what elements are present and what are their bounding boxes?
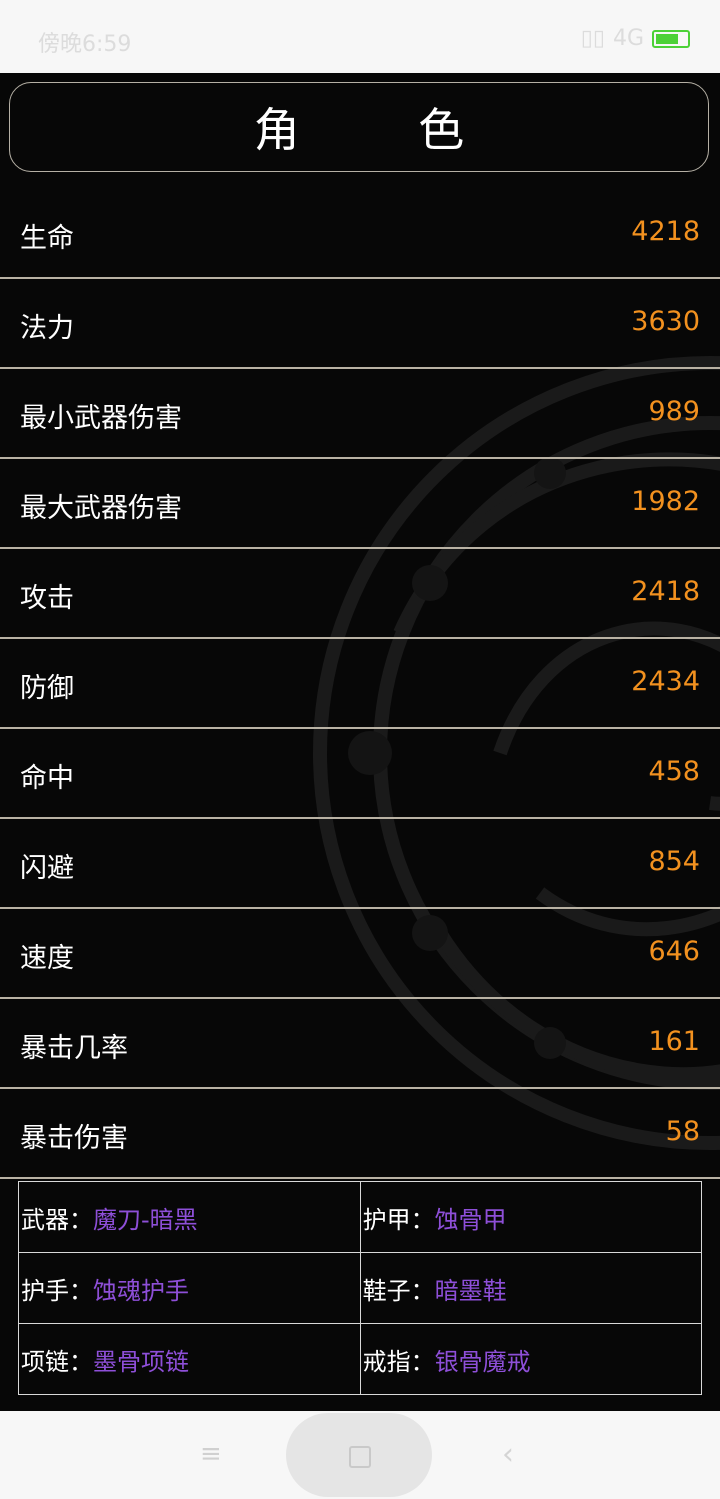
equipment-item: 魔刀-暗黑 [93, 1205, 198, 1234]
equipment-row: 项链：墨骨项链 戒指：银骨魔戒 [18, 1323, 703, 1395]
stat-value: 2434 [631, 666, 700, 697]
status-bar: 傍晚6:59 ▯▯ 4G [0, 0, 720, 73]
stat-value: 2418 [631, 576, 700, 607]
equipment-slot: 护甲： [362, 1205, 435, 1234]
equipment-slot: 戒指： [362, 1347, 435, 1376]
stat-label: 防御 [20, 673, 74, 704]
stat-label: 攻击 [20, 583, 74, 614]
stat-label: 暴击伤害 [20, 1123, 128, 1154]
equipment-table: 武器：魔刀-暗黑 护甲：蚀骨甲 护手：蚀魂护手 鞋子：暗墨鞋 项链：墨骨项链 戒… [18, 1181, 703, 1395]
equipment-item: 蚀魂护手 [93, 1276, 189, 1305]
stat-row-mp: 法力 3630 [0, 279, 720, 369]
equipment-necklace[interactable]: 项链：墨骨项链 [18, 1323, 361, 1395]
equipment-slot: 鞋子： [362, 1276, 435, 1305]
stat-row-accuracy: 命中 458 [0, 729, 720, 819]
stat-value: 989 [648, 396, 700, 427]
stat-label: 最小武器伤害 [20, 403, 182, 434]
main-panel: 角 色 生命 4218 法力 3630 最小武器伤害 989 最大武器伤害 19… [0, 73, 720, 1411]
stat-label: 暴击几率 [20, 1033, 128, 1064]
stat-row-min-damage: 最小武器伤害 989 [0, 369, 720, 459]
stat-value: 161 [648, 1026, 700, 1057]
stat-label: 速度 [20, 943, 74, 974]
stat-value: 646 [648, 936, 700, 967]
equipment-item: 银骨魔戒 [434, 1347, 531, 1376]
equipment-row: 武器：魔刀-暗黑 护甲：蚀骨甲 [18, 1181, 703, 1253]
stat-row-speed: 速度 646 [0, 909, 720, 999]
stat-row-crit-damage: 暴击伤害 58 [0, 1089, 720, 1179]
equipment-item: 蚀骨甲 [434, 1205, 507, 1234]
stat-value: 58 [665, 1116, 700, 1147]
stat-row-defense: 防御 2434 [0, 639, 720, 729]
stat-value: 3630 [631, 306, 700, 337]
stat-row-max-damage: 最大武器伤害 1982 [0, 459, 720, 549]
equipment-item: 墨骨项链 [93, 1347, 189, 1376]
home-button[interactable] [286, 1413, 432, 1497]
equipment-weapon[interactable]: 武器：魔刀-暗黑 [18, 1181, 361, 1253]
stat-label: 闪避 [20, 853, 74, 884]
equipment-armor[interactable]: 护甲：蚀骨甲 [359, 1181, 703, 1253]
signal-icon: ▯▯ [580, 26, 605, 51]
network-label: 4G [612, 26, 644, 51]
stat-label: 生命 [20, 223, 74, 254]
equipment-item: 暗墨鞋 [434, 1276, 507, 1305]
back-icon[interactable]: ‹ [502, 1437, 514, 1472]
status-time: 傍晚6:59 [38, 32, 132, 57]
stat-row-dodge: 闪避 854 [0, 819, 720, 909]
stat-value: 4218 [631, 216, 700, 247]
page-title: 角 色 [9, 82, 709, 172]
equipment-slot: 武器： [21, 1205, 93, 1234]
equipment-slot: 项链： [21, 1347, 93, 1376]
equipment-row: 护手：蚀魂护手 鞋子：暗墨鞋 [18, 1252, 703, 1324]
stat-row-hp: 生命 4218 [0, 189, 720, 279]
equipment-shoes[interactable]: 鞋子：暗墨鞋 [359, 1252, 703, 1324]
stat-label: 命中 [20, 763, 74, 794]
equipment-ring[interactable]: 戒指：银骨魔戒 [359, 1323, 703, 1395]
stat-row-attack: 攻击 2418 [0, 549, 720, 639]
equipment-gloves[interactable]: 护手：蚀魂护手 [18, 1252, 361, 1324]
stat-label: 法力 [20, 313, 74, 344]
status-icons: ▯▯ 4G [581, 26, 690, 51]
navigation-bar: ≡ ‹ [0, 1411, 720, 1499]
stat-row-crit-rate: 暴击几率 161 [0, 999, 720, 1089]
stat-label: 最大武器伤害 [20, 493, 182, 524]
stat-value: 854 [648, 846, 700, 877]
stat-value: 1982 [631, 486, 700, 517]
battery-icon [652, 29, 690, 48]
stat-value: 458 [648, 756, 700, 787]
menu-icon[interactable]: ≡ [200, 1441, 222, 1467]
equipment-slot: 护手： [21, 1276, 93, 1305]
stats-list: 生命 4218 法力 3630 最小武器伤害 989 最大武器伤害 1982 攻… [0, 189, 720, 1179]
